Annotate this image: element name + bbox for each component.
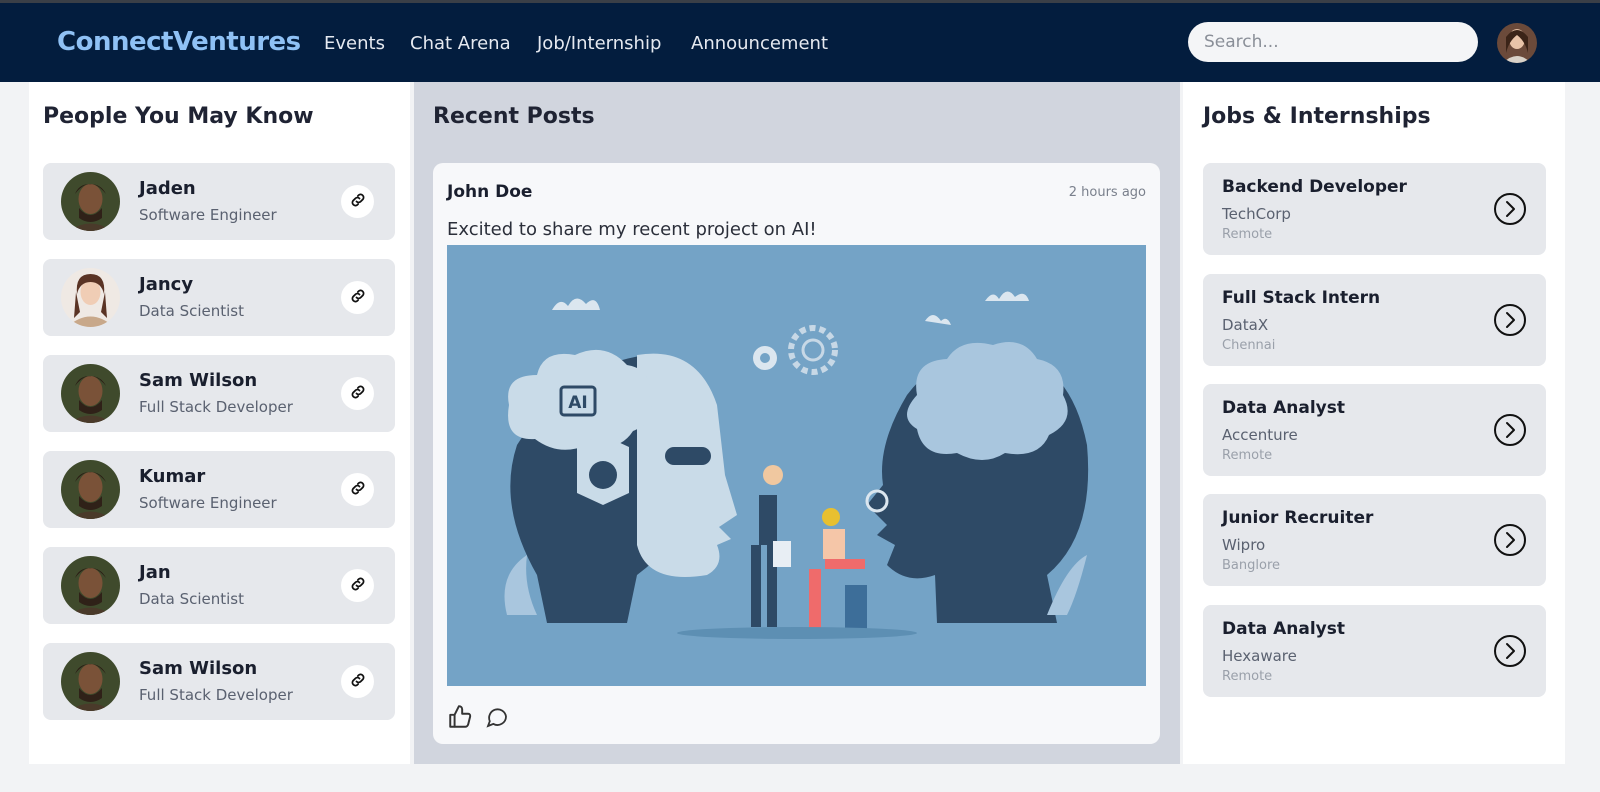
- job-open-button[interactable]: [1493, 413, 1527, 447]
- job-title: Backend Developer: [1222, 177, 1407, 197]
- job-location: Remote: [1222, 227, 1273, 242]
- person-card[interactable]: Sam Wilson Full Stack Developer: [43, 355, 395, 432]
- link-icon: [349, 575, 367, 597]
- job-card[interactable]: Junior Recruiter Wipro Banglore: [1203, 494, 1546, 586]
- job-open-button[interactable]: [1493, 634, 1527, 668]
- connect-link-button[interactable]: [341, 377, 374, 410]
- user-avatar[interactable]: [1497, 23, 1537, 63]
- person-avatar: [61, 556, 120, 615]
- connect-link-button[interactable]: [341, 281, 374, 314]
- job-card[interactable]: Full Stack Intern DataX Chennai: [1203, 274, 1546, 366]
- person-role: Data Scientist: [139, 590, 244, 608]
- person-name: Jan: [139, 562, 171, 583]
- link-icon: [349, 383, 367, 405]
- post-card: John Doe 2 hours ago Excited to share my…: [433, 163, 1160, 744]
- job-company: Wipro: [1222, 536, 1266, 554]
- comment-icon: [485, 708, 509, 733]
- job-company: TechCorp: [1222, 205, 1291, 223]
- person-name: Jaden: [139, 178, 196, 199]
- job-card[interactable]: Data Analyst Accenture Remote: [1203, 384, 1546, 476]
- chevron-right-icon: [1493, 414, 1527, 451]
- job-location: Remote: [1222, 669, 1273, 684]
- connect-link-button[interactable]: [341, 569, 374, 602]
- person-avatar: [61, 364, 120, 423]
- person-name: Jancy: [139, 274, 194, 295]
- nav-job-internship[interactable]: Job/Internship: [537, 33, 661, 54]
- job-open-button[interactable]: [1493, 303, 1527, 337]
- job-company: DataX: [1222, 316, 1269, 334]
- job-open-button[interactable]: [1493, 523, 1527, 557]
- person-role: Full Stack Developer: [139, 398, 293, 416]
- posts-panel: Recent Posts John Doe 2 hours ago Excite…: [414, 82, 1180, 764]
- job-card[interactable]: Backend Developer TechCorp Remote: [1203, 163, 1546, 255]
- top-navbar: ConnectVentures Events Chat Arena Job/In…: [0, 3, 1600, 82]
- link-icon: [349, 479, 367, 501]
- link-icon: [349, 287, 367, 309]
- post-text: Excited to share my recent project on AI…: [447, 219, 817, 240]
- thumbs-up-icon: [447, 705, 473, 734]
- person-card[interactable]: Kumar Software Engineer: [43, 451, 395, 528]
- person-name: Sam Wilson: [139, 370, 258, 391]
- chevron-right-icon: [1493, 304, 1527, 341]
- job-title: Data Analyst: [1222, 619, 1345, 639]
- post-timestamp: 2 hours ago: [1068, 185, 1146, 200]
- chevron-right-icon: [1493, 193, 1527, 230]
- job-company: Hexaware: [1222, 647, 1297, 665]
- person-card[interactable]: Jancy Data Scientist: [43, 259, 395, 336]
- person-card[interactable]: Jan Data Scientist: [43, 547, 395, 624]
- connect-link-button[interactable]: [341, 473, 374, 506]
- person-role: Software Engineer: [139, 494, 277, 512]
- job-location: Remote: [1222, 448, 1273, 463]
- comment-button[interactable]: [485, 705, 509, 729]
- job-location: Chennai: [1222, 338, 1276, 353]
- person-avatar: [61, 460, 120, 519]
- posts-title: Recent Posts: [433, 104, 595, 129]
- job-title: Data Analyst: [1222, 398, 1345, 418]
- people-panel: People You May Know Jaden Software Engin…: [29, 82, 410, 764]
- post-author[interactable]: John Doe: [447, 182, 532, 202]
- search-input[interactable]: [1188, 22, 1478, 62]
- person-card[interactable]: Jaden Software Engineer: [43, 163, 395, 240]
- person-role: Full Stack Developer: [139, 686, 293, 704]
- connect-link-button[interactable]: [341, 185, 374, 218]
- person-avatar: [61, 268, 120, 327]
- person-card[interactable]: Sam Wilson Full Stack Developer: [43, 643, 395, 720]
- person-name: Sam Wilson: [139, 658, 258, 679]
- job-location: Banglore: [1222, 558, 1280, 573]
- post-image: AI: [447, 245, 1146, 686]
- person-name: Kumar: [139, 466, 206, 487]
- job-card[interactable]: Data Analyst Hexaware Remote: [1203, 605, 1546, 697]
- jobs-title: Jobs & Internships: [1203, 104, 1431, 129]
- people-title: People You May Know: [43, 104, 314, 129]
- person-avatar: [61, 172, 120, 231]
- link-icon: [349, 671, 367, 693]
- chevron-right-icon: [1493, 524, 1527, 561]
- person-role: Data Scientist: [139, 302, 244, 320]
- ai-chip-label: AI: [568, 393, 587, 413]
- person-avatar: [61, 652, 120, 711]
- chevron-right-icon: [1493, 635, 1527, 672]
- brand-logo[interactable]: ConnectVentures: [57, 27, 301, 57]
- like-button[interactable]: [447, 704, 473, 730]
- job-company: Accenture: [1222, 426, 1298, 444]
- person-role: Software Engineer: [139, 206, 277, 224]
- job-title: Full Stack Intern: [1222, 288, 1381, 308]
- nav-announcement[interactable]: Announcement: [691, 33, 828, 54]
- job-open-button[interactable]: [1493, 192, 1527, 226]
- link-icon: [349, 191, 367, 213]
- jobs-panel: Jobs & Internships Backend Developer Tec…: [1183, 82, 1565, 764]
- nav-events[interactable]: Events: [324, 33, 385, 54]
- nav-chat-arena[interactable]: Chat Arena: [410, 33, 511, 54]
- job-title: Junior Recruiter: [1222, 508, 1374, 528]
- connect-link-button[interactable]: [341, 665, 374, 698]
